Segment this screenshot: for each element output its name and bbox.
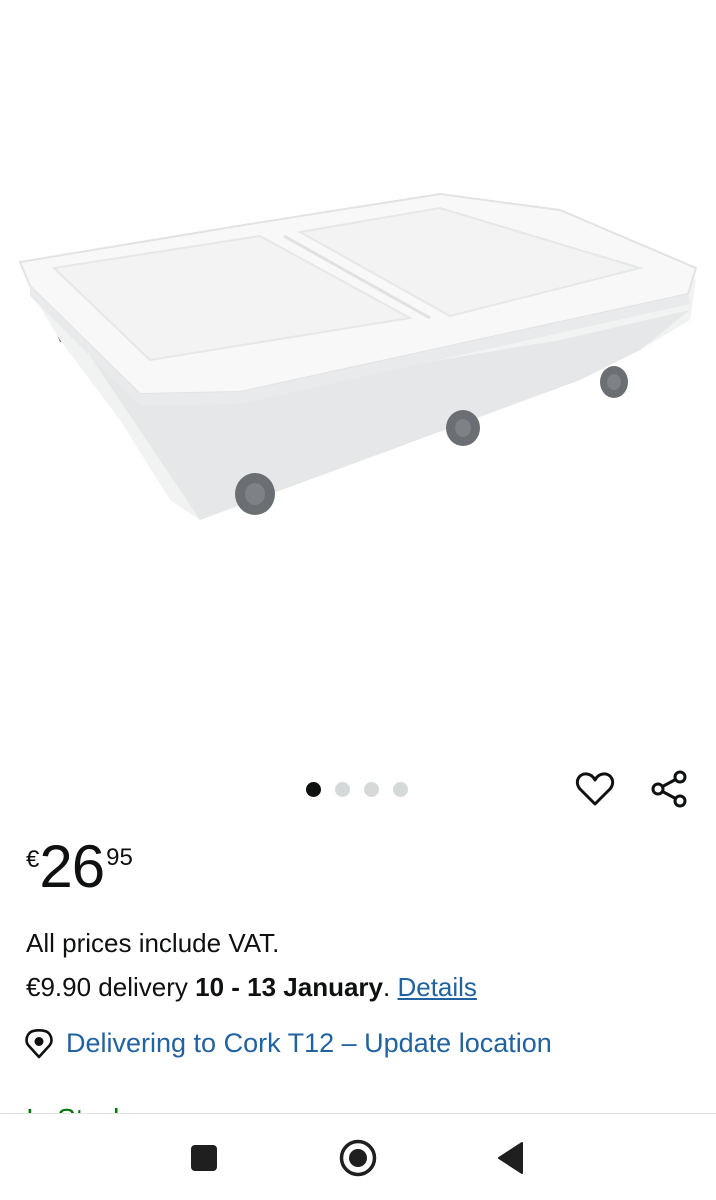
carousel-dot-2[interactable] — [335, 782, 350, 797]
delivery-info: €9.90 delivery 10 - 13 January. Details — [26, 972, 477, 1003]
delivery-dates: 10 - 13 January — [195, 972, 383, 1002]
square-icon — [191, 1145, 217, 1171]
price-currency: € — [26, 846, 40, 873]
system-navigation-bar — [0, 1113, 716, 1200]
share-icon — [651, 770, 687, 808]
location-pin-icon — [25, 1028, 53, 1058]
carousel-dot-1[interactable] — [306, 782, 321, 797]
recents-button[interactable] — [180, 1134, 228, 1182]
back-button[interactable] — [487, 1134, 535, 1182]
stock-status: In Stock — [26, 1100, 127, 1114]
wishlist-button[interactable] — [572, 766, 618, 812]
delivery-details-link[interactable]: Details — [397, 972, 476, 1002]
carousel-dot-3[interactable] — [364, 782, 379, 797]
delivery-fee: €9.90 delivery — [26, 972, 196, 1002]
delivery-separator: . — [383, 972, 398, 1002]
product-image[interactable] — [0, 0, 716, 760]
vat-note: All prices include VAT. — [26, 928, 280, 958]
image-carousel-indicator[interactable] — [306, 782, 408, 797]
price-fraction: 95 — [106, 844, 133, 871]
share-button[interactable] — [646, 766, 692, 812]
storage-box-illustration — [18, 192, 698, 520]
product-price: € 26 95 — [26, 832, 133, 902]
location-text: Delivering to Cork T12 – Update location — [66, 1028, 552, 1058]
circle-home-icon — [339, 1139, 377, 1177]
home-button[interactable] — [334, 1134, 382, 1182]
triangle-back-icon — [498, 1142, 523, 1174]
price-whole: 26 — [39, 833, 105, 900]
heart-outline-icon — [575, 772, 615, 806]
carousel-dot-4[interactable] — [393, 782, 408, 797]
delivery-location[interactable]: Delivering to Cork T12 – Update location — [24, 1028, 552, 1059]
